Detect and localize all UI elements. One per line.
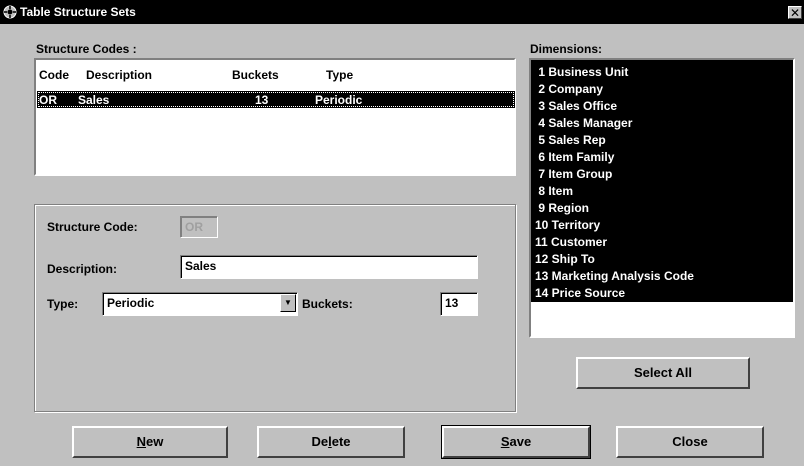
dimension-item[interactable]: 1 Business Unit: [535, 64, 628, 81]
dimension-item[interactable]: 7 Item Group: [535, 166, 612, 183]
save-button[interactable]: Save: [441, 425, 591, 459]
column-header-buckets: Buckets: [232, 68, 279, 82]
table-structure-sets-window: Table Structure Sets ✕ Structure Codes :…: [0, 0, 804, 466]
dimension-item[interactable]: 8 Item: [535, 183, 573, 200]
dimension-item[interactable]: 5 Sales Rep: [535, 132, 605, 149]
dimension-item[interactable]: 3 Sales Office: [535, 98, 617, 115]
column-header-type: Type: [326, 68, 354, 82]
dimension-item[interactable]: 14 Price Source: [535, 285, 625, 302]
dimension-item[interactable]: 13 Marketing Analysis Code: [535, 268, 694, 285]
dimension-item[interactable]: 9 Region: [535, 200, 589, 217]
delete-button[interactable]: Delete: [257, 426, 405, 458]
dimensions-label: Dimensions:: [530, 42, 603, 56]
dimensions-list-empty-area: [531, 302, 793, 336]
structure-codes-list[interactable]: Code Description Buckets Type OR Sales 1…: [34, 58, 516, 176]
type-select[interactable]: Periodic ▼: [102, 292, 298, 316]
structure-code-field: OR: [180, 216, 218, 238]
dimension-item[interactable]: 11 Customer: [535, 234, 607, 251]
row-code: OR: [39, 93, 57, 107]
window-title: Table Structure Sets: [20, 5, 136, 19]
buckets-label: Buckets:: [302, 297, 353, 311]
dimension-item[interactable]: 12 Ship To: [535, 251, 595, 268]
dimension-item[interactable]: 6 Item Family: [535, 149, 614, 166]
structure-code-label: Structure Code:: [47, 220, 138, 234]
description-label: Description:: [47, 262, 118, 276]
close-button[interactable]: Close: [616, 426, 764, 458]
column-header-description: Description: [86, 68, 153, 82]
select-all-button[interactable]: Select All: [576, 357, 750, 389]
dimension-item[interactable]: 2 Company: [535, 81, 603, 98]
save-button-label: Save: [500, 434, 532, 449]
title-bar[interactable]: Table Structure Sets ✕: [0, 0, 804, 24]
row-description: Sales: [78, 93, 110, 107]
column-header-code: Code: [39, 68, 69, 82]
row-buckets: 13: [255, 93, 269, 107]
close-icon[interactable]: ✕: [788, 6, 802, 19]
chevron-down-icon[interactable]: ▼: [280, 294, 296, 312]
buckets-field[interactable]: 13: [440, 292, 478, 316]
app-icon: [3, 5, 17, 19]
new-button-label: New: [136, 434, 164, 449]
type-label: Type:: [47, 297, 79, 311]
delete-button-label: Delete: [311, 434, 351, 449]
row-type: Periodic: [315, 93, 363, 107]
dimensions-list[interactable]: 1 Business Unit 2 Company 3 Sales Office…: [529, 58, 795, 338]
table-row[interactable]: OR Sales 13 Periodic: [37, 91, 515, 108]
dimension-item[interactable]: 10 Territory: [535, 217, 600, 234]
type-select-value: Periodic: [107, 296, 155, 310]
description-field[interactable]: Sales: [180, 255, 478, 279]
new-button[interactable]: New: [72, 426, 228, 458]
structure-codes-label: Structure Codes :: [36, 42, 137, 56]
dimension-item[interactable]: 4 Sales Manager: [535, 115, 632, 132]
